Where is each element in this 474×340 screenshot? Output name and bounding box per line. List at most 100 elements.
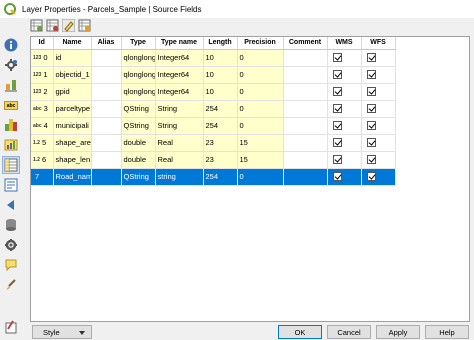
cell-alias[interactable] xyxy=(91,66,122,84)
cell-name[interactable]: municipali xyxy=(53,117,92,135)
table-row[interactable]: 123 2 gpid qlonglong Integer64 10 0 xyxy=(31,83,396,101)
sidebar-item-joins[interactable] xyxy=(2,196,20,214)
column-header-type[interactable]: Type xyxy=(121,37,156,50)
cell-name[interactable]: id xyxy=(53,49,92,67)
cell-precision[interactable]: 0 xyxy=(237,49,284,67)
cell-length[interactable]: 23 xyxy=(203,134,238,152)
cell-length[interactable]: 254 xyxy=(203,117,238,135)
cell-wms[interactable] xyxy=(327,151,362,169)
cell-id[interactable]: abc 3 xyxy=(31,100,54,118)
cell-length[interactable]: 254 xyxy=(203,168,238,186)
table-row[interactable]: 7 Road_name QStringstring2540 xyxy=(31,168,396,186)
cell-id[interactable]: 123 2 xyxy=(31,83,54,101)
cell-type-name[interactable]: Real xyxy=(155,151,204,169)
cell-wfs[interactable] xyxy=(361,49,396,67)
cell-precision[interactable]: 15 xyxy=(237,151,284,169)
column-header-length[interactable]: Length xyxy=(203,37,238,50)
cell-wms[interactable] xyxy=(327,66,362,84)
cell-name[interactable]: objectid_1 xyxy=(53,66,92,84)
cell-alias[interactable] xyxy=(91,168,122,186)
cell-length[interactable]: 254 xyxy=(203,100,238,118)
cell-id[interactable]: 1.2 6 xyxy=(31,151,54,169)
field-calculator-button[interactable] xyxy=(78,19,91,32)
table-row[interactable]: 1.25shape_area doubleReal2315 xyxy=(31,134,396,152)
cell-type-name[interactable]: Real xyxy=(155,134,204,152)
sidebar-item-information[interactable] xyxy=(2,36,20,54)
cell-comment[interactable] xyxy=(283,83,328,101)
cell-type[interactable]: qlonglong xyxy=(121,49,156,67)
cell-wms[interactable] xyxy=(327,83,362,101)
cell-type-name[interactable]: Integer64 xyxy=(155,83,204,101)
cell-id[interactable]: 123 0 xyxy=(31,49,54,67)
cell-precision[interactable]: 15 xyxy=(237,134,284,152)
cell-comment[interactable] xyxy=(283,134,328,152)
cell-type[interactable]: QString xyxy=(121,168,156,186)
sidebar-item-attributes-form[interactable] xyxy=(2,176,20,194)
delete-field-button[interactable] xyxy=(46,19,59,32)
table-row[interactable]: 123 0 id qlonglong Integer64 10 0 xyxy=(31,49,396,67)
sidebar-item-source-fields[interactable] xyxy=(2,156,20,174)
cell-precision[interactable]: 0 xyxy=(237,168,284,186)
wfs-checkbox[interactable] xyxy=(366,104,376,114)
cell-type-name[interactable]: Integer64 xyxy=(155,66,204,84)
cell-comment[interactable] xyxy=(283,117,328,135)
cell-id[interactable]: 7 xyxy=(31,168,54,186)
wfs-checkbox[interactable] xyxy=(366,70,376,80)
column-header-precision[interactable]: Precision xyxy=(237,37,284,50)
cell-type[interactable]: double xyxy=(121,134,156,152)
sidebar-item-labels[interactable]: abc xyxy=(2,96,20,114)
cell-wms[interactable] xyxy=(327,134,362,152)
cell-id[interactable]: 1.2 5 xyxy=(31,134,54,152)
column-header-wfs[interactable]: WFS xyxy=(361,37,396,50)
cell-precision[interactable]: 0 xyxy=(237,83,284,101)
cell-wms[interactable] xyxy=(327,117,362,135)
new-field-button[interactable] xyxy=(30,19,43,32)
cell-comment[interactable] xyxy=(283,66,328,84)
cell-wfs[interactable] xyxy=(361,100,396,118)
style-dropdown-button[interactable]: Style xyxy=(32,325,92,339)
wfs-checkbox[interactable] xyxy=(366,121,376,131)
cancel-button[interactable]: Cancel xyxy=(327,325,371,339)
sidebar-item-masks[interactable] xyxy=(2,116,20,134)
sidebar-item-source[interactable] xyxy=(2,56,20,74)
cell-type-name[interactable]: String xyxy=(155,117,204,135)
table-row[interactable]: 123 1 objectid_1 qlonglong Integer64 10 0 xyxy=(31,66,396,84)
cell-alias[interactable] xyxy=(91,134,122,152)
ok-button[interactable]: OK xyxy=(278,325,322,339)
cell-wfs[interactable] xyxy=(361,117,396,135)
wms-checkbox[interactable] xyxy=(332,138,342,148)
sidebar-item-diagrams[interactable] xyxy=(2,136,20,154)
cell-alias[interactable] xyxy=(91,49,122,67)
cell-comment[interactable] xyxy=(283,151,328,169)
cell-name[interactable]: shape_area xyxy=(53,134,92,152)
cell-comment[interactable] xyxy=(283,168,328,186)
sidebar-item-rendering[interactable] xyxy=(2,276,20,294)
cell-precision[interactable]: 0 xyxy=(237,66,284,84)
cell-wms[interactable] xyxy=(327,100,362,118)
column-header-type-name[interactable]: Type name xyxy=(155,37,204,50)
cell-type[interactable]: qlonglong xyxy=(121,83,156,101)
column-header-alias[interactable]: Alias xyxy=(91,37,122,50)
column-header-name[interactable]: Name xyxy=(53,37,92,50)
cell-name[interactable]: parceltype xyxy=(53,100,92,118)
cell-alias[interactable] xyxy=(91,100,122,118)
cell-type[interactable]: qlonglong xyxy=(121,66,156,84)
cell-type-name[interactable]: String xyxy=(155,100,204,118)
apply-button[interactable]: Apply xyxy=(376,325,420,339)
cell-id[interactable]: abc 4 xyxy=(31,117,54,135)
cell-wfs[interactable] xyxy=(361,151,396,169)
help-button[interactable]: Help xyxy=(425,325,469,339)
cell-comment[interactable] xyxy=(283,100,328,118)
sidebar-item-symbology[interactable] xyxy=(2,76,20,94)
wms-checkbox[interactable] xyxy=(332,104,342,114)
wms-checkbox[interactable] xyxy=(332,87,342,97)
cell-length[interactable]: 23 xyxy=(203,151,238,169)
wfs-checkbox[interactable] xyxy=(366,53,376,63)
wfs-checkbox[interactable] xyxy=(366,155,376,165)
cell-type-name[interactable]: string xyxy=(155,168,204,186)
column-header-wms[interactable]: WMS xyxy=(327,37,362,50)
cell-wms[interactable] xyxy=(327,168,362,186)
wms-checkbox[interactable] xyxy=(332,53,342,63)
wms-checkbox[interactable] xyxy=(332,121,342,131)
cell-name[interactable]: Road_name xyxy=(53,168,92,186)
